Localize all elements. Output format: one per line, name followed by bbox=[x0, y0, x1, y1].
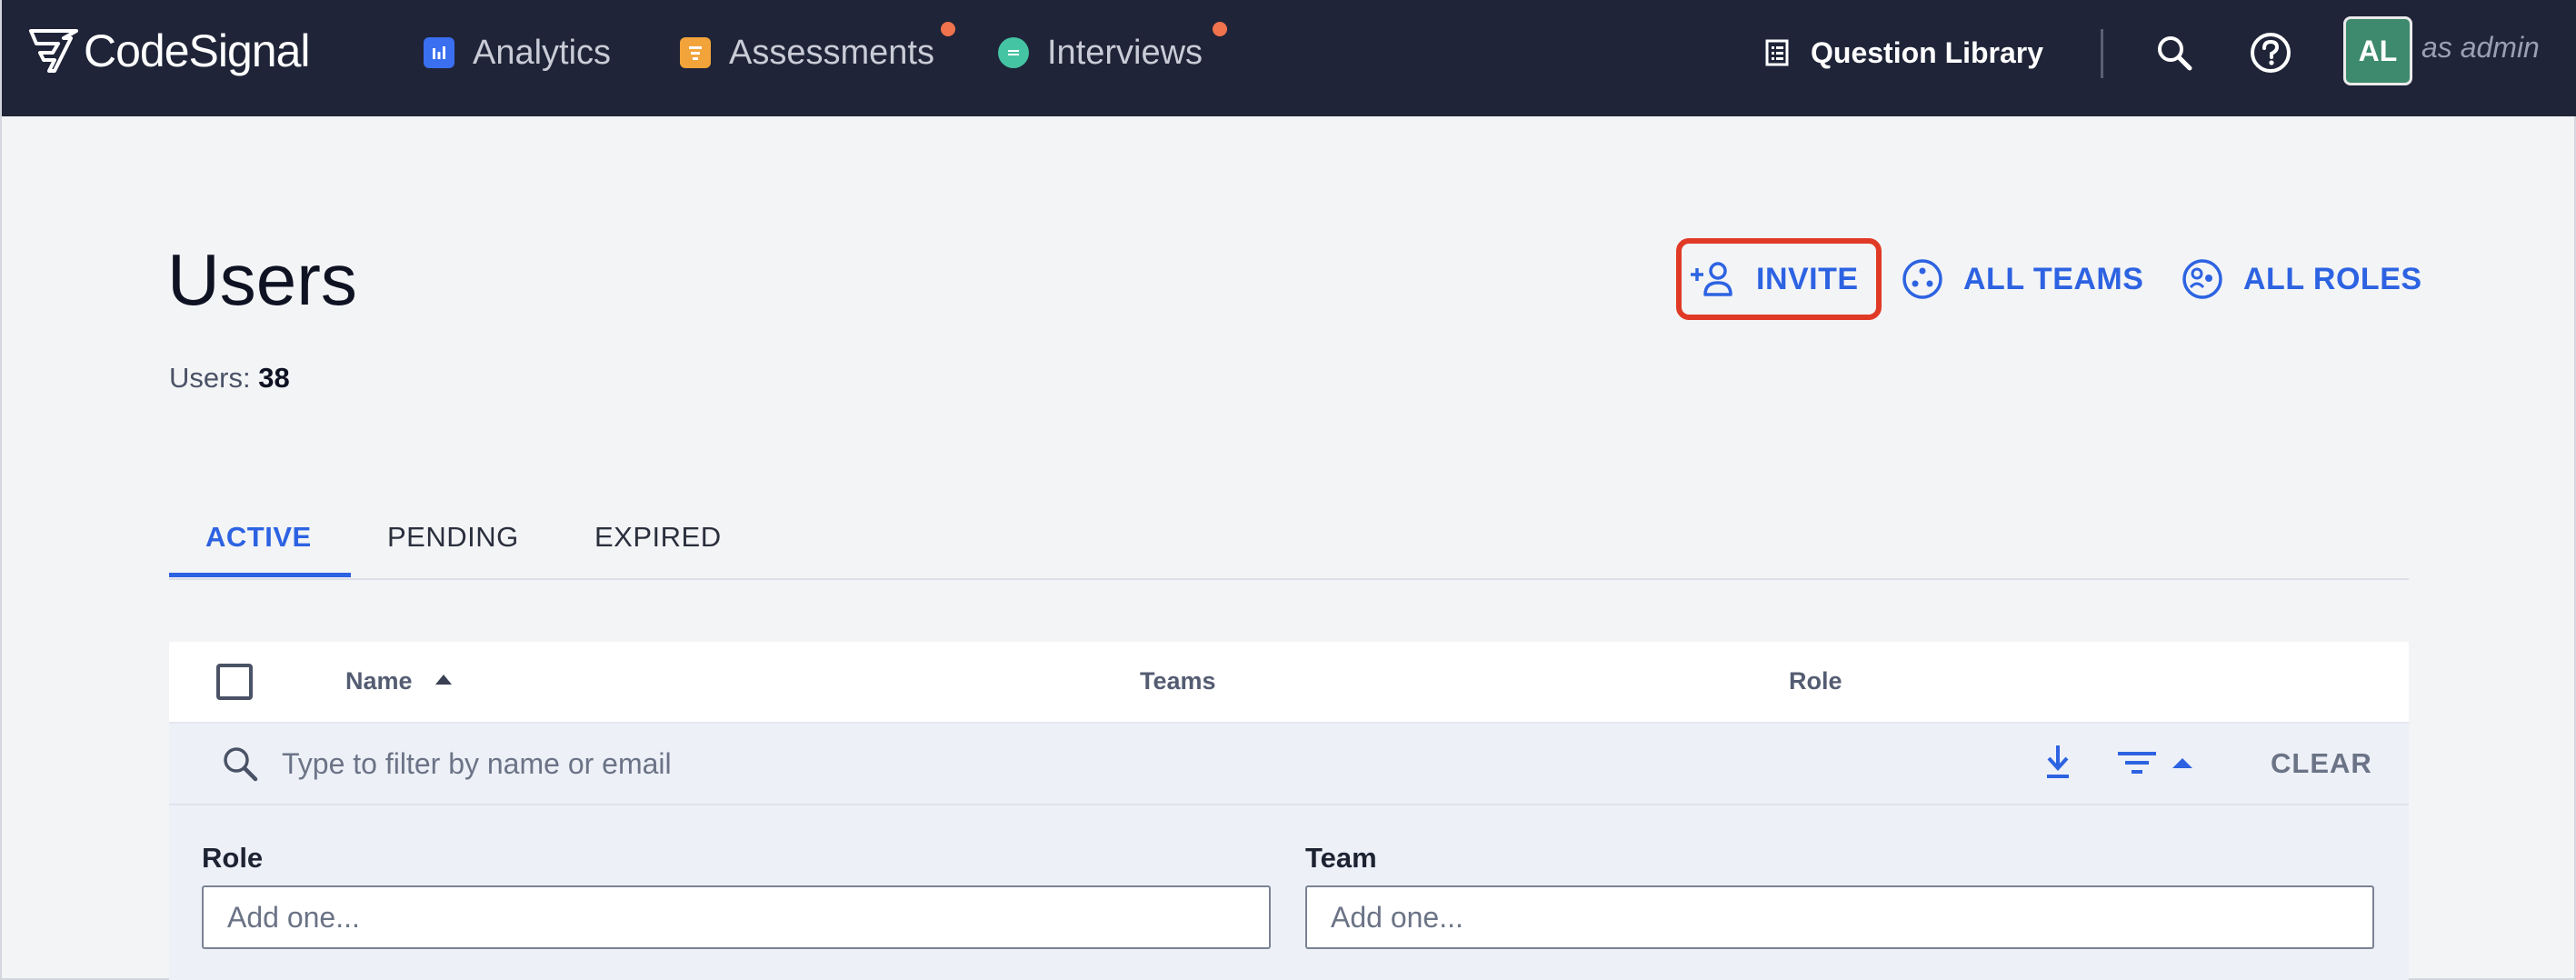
search-icon bbox=[2158, 36, 2192, 71]
page-title: Users bbox=[167, 239, 357, 320]
role-filter-input[interactable] bbox=[202, 885, 1271, 949]
role-column-header: Role bbox=[1789, 667, 1842, 695]
codesignal-logo-icon bbox=[29, 29, 78, 73]
chevron-up-icon bbox=[2172, 758, 2192, 768]
user-avatar[interactable]: AL bbox=[2343, 16, 2412, 85]
as-admin-label: as admin bbox=[2421, 31, 2540, 64]
team-filter-input[interactable] bbox=[1305, 885, 2374, 949]
bar-chart-icon bbox=[424, 37, 454, 68]
teams-icon bbox=[1902, 259, 1942, 299]
all-teams-button[interactable]: ALL TEAMS bbox=[1902, 247, 2143, 311]
document-list-icon bbox=[1765, 39, 1789, 66]
filter-icon bbox=[2118, 752, 2156, 774]
question-library-link[interactable]: Question Library bbox=[1765, 27, 2043, 78]
all-teams-label: ALL TEAMS bbox=[1963, 261, 2144, 296]
nav-assessments[interactable]: Assessments bbox=[680, 27, 934, 78]
tab-expired[interactable]: EXPIRED bbox=[594, 498, 722, 576]
teams-column-header: Teams bbox=[1140, 667, 1216, 695]
invite-button[interactable]: INVITE bbox=[1689, 247, 1859, 311]
table-header: Name Teams Role bbox=[169, 642, 2409, 724]
search-button[interactable] bbox=[2149, 27, 2200, 78]
nav-interviews[interactable]: Interviews bbox=[998, 27, 1203, 78]
logo-text: CodeSignal bbox=[84, 25, 311, 76]
assessments-notification-dot bbox=[941, 22, 955, 36]
nav-analytics-label: Analytics bbox=[473, 33, 612, 72]
nav-analytics[interactable]: Analytics bbox=[424, 27, 611, 78]
filter-row: CLEAR bbox=[169, 724, 2409, 805]
nav-divider bbox=[2101, 29, 2103, 78]
codesignal-logo[interactable]: CodeSignal bbox=[27, 24, 311, 78]
role-filter-label: Role bbox=[202, 842, 264, 874]
filter-toggle-button[interactable] bbox=[2114, 742, 2205, 784]
question-library-label: Question Library bbox=[1811, 35, 2044, 69]
interviews-notification-dot bbox=[1213, 22, 1227, 36]
invite-label: INVITE bbox=[1756, 261, 1859, 296]
users-table: Name Teams Role CLEAR Ro bbox=[169, 642, 2409, 980]
filter-panel: Role Team bbox=[169, 805, 2409, 980]
search-icon bbox=[224, 747, 258, 782]
select-all-checkbox[interactable] bbox=[216, 664, 253, 700]
users-count: Users: 38 bbox=[169, 362, 290, 395]
name-column-header[interactable]: Name bbox=[345, 667, 453, 695]
name-column-label: Name bbox=[345, 667, 413, 695]
nav-assessments-label: Assessments bbox=[729, 33, 934, 72]
help-icon bbox=[2251, 33, 2291, 73]
sort-ascending-icon bbox=[435, 675, 453, 685]
all-roles-button[interactable]: ALL ROLES bbox=[2182, 247, 2422, 311]
tab-active[interactable]: ACTIVE bbox=[205, 498, 312, 576]
users-count-label: Users: bbox=[169, 362, 251, 394]
active-tab-indicator bbox=[169, 573, 351, 577]
status-tabs: ACTIVE PENDING EXPIRED bbox=[169, 498, 2409, 580]
download-icon[interactable] bbox=[2040, 742, 2076, 784]
clear-filters-button[interactable]: CLEAR bbox=[2271, 747, 2372, 780]
top-navbar: CodeSignal Analytics Assessments Intervi… bbox=[2, 0, 2576, 116]
team-filter-label: Team bbox=[1305, 842, 1377, 874]
users-count-value: 38 bbox=[258, 362, 290, 394]
chat-icon bbox=[998, 37, 1029, 68]
filter-name-email-input[interactable] bbox=[280, 740, 1102, 787]
add-user-icon bbox=[1691, 262, 1732, 296]
assessment-icon bbox=[680, 37, 711, 68]
nav-interviews-label: Interviews bbox=[1047, 33, 1203, 72]
roles-icon bbox=[2182, 259, 2222, 299]
tab-pending[interactable]: PENDING bbox=[387, 498, 519, 576]
all-roles-label: ALL ROLES bbox=[2243, 261, 2422, 296]
help-button[interactable] bbox=[2245, 27, 2296, 78]
